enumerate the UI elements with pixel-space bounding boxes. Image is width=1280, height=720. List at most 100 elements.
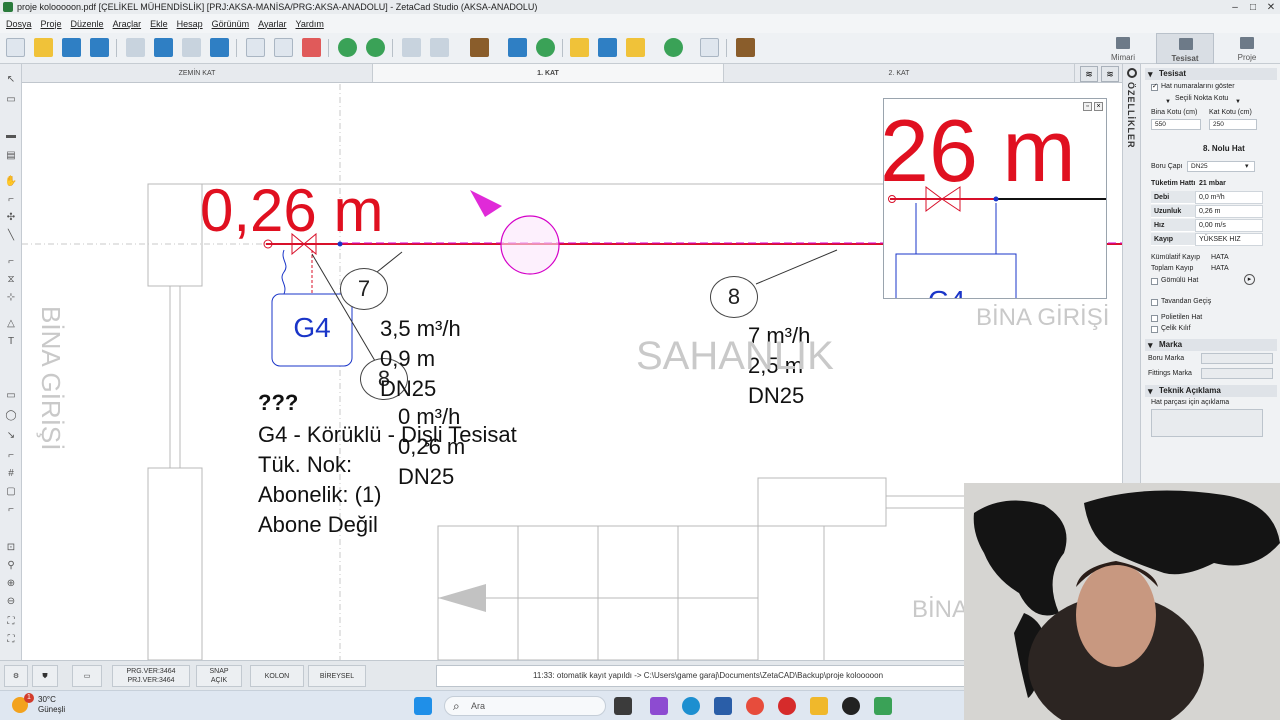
windows-start-icon[interactable]	[414, 697, 432, 715]
zoom-in-icon[interactable]: ⊕	[4, 578, 18, 590]
valve-icon[interactable]: ⧖	[4, 274, 18, 286]
building-icon[interactable]	[470, 38, 489, 57]
menu-araclar[interactable]: Araçlar	[113, 19, 142, 29]
zoom-out-icon[interactable]: ⊖	[4, 596, 18, 608]
minimize-button[interactable]: –	[1226, 2, 1244, 13]
hand-icon[interactable]: ✋	[4, 176, 18, 188]
export-icon[interactable]	[210, 38, 229, 57]
celik-checkbox[interactable]	[1151, 326, 1158, 333]
report-icon[interactable]	[570, 38, 589, 57]
undo-icon[interactable]	[338, 38, 357, 57]
door-icon[interactable]: ⌐	[4, 194, 18, 206]
arrow-circle-icon[interactable]: ▸	[1244, 274, 1255, 285]
prop-value[interactable]: 0,00 m/s	[1195, 219, 1263, 232]
boru-marka-input[interactable]	[1201, 353, 1273, 364]
section-teknik[interactable]: Teknik Açıklama	[1145, 385, 1277, 397]
pointer-icon[interactable]: ↖	[4, 74, 18, 86]
mode-tab-tesisat[interactable]: Tesisat	[1156, 33, 1214, 64]
menu-gorunum[interactable]: Görünüm	[212, 19, 250, 29]
menu-yardim[interactable]: Yardım	[296, 19, 324, 29]
line-badge-8[interactable]: 8	[710, 276, 758, 318]
mode-tab-mimari[interactable]: Mimari	[1094, 33, 1152, 64]
drawing-icon[interactable]	[598, 38, 617, 57]
connector-icon[interactable]: ⊹	[4, 292, 18, 304]
selection-marker[interactable]	[500, 215, 560, 275]
section-marka[interactable]: Marka	[1145, 339, 1277, 351]
preview-restore-icon[interactable]: ▫	[1083, 102, 1092, 111]
tab-2-kat[interactable]: 2. KAT	[724, 64, 1075, 82]
toolbox-icon[interactable]	[736, 38, 755, 57]
explorer-icon[interactable]	[810, 697, 828, 715]
zetacad-taskbar-icon[interactable]	[874, 697, 892, 715]
save-as-icon[interactable]	[90, 38, 109, 57]
gomulu-checkbox[interactable]	[1151, 278, 1158, 285]
teknik-textarea[interactable]	[1151, 409, 1263, 437]
bina-kotu-input[interactable]: 550	[1151, 119, 1201, 130]
task-view-icon[interactable]	[614, 697, 632, 715]
menu-ayarlar[interactable]: Ayarlar	[258, 19, 286, 29]
print-icon[interactable]	[126, 38, 145, 57]
tavandan-checkbox[interactable]	[1151, 299, 1158, 306]
grid-icon[interactable]: #	[4, 468, 18, 480]
widgets-icon[interactable]	[650, 697, 668, 715]
menu-dosya[interactable]: Dosya	[6, 19, 32, 29]
zoom-preview[interactable]: 26 m G4 ▫ ×	[883, 98, 1107, 299]
prop-value[interactable]: YÜKSEK HIZ	[1195, 233, 1263, 246]
line-icon[interactable]: ╲	[4, 230, 18, 242]
opera-icon[interactable]	[778, 697, 796, 715]
triangle-icon[interactable]: △	[4, 318, 18, 330]
node-icon[interactable]: ✣	[4, 212, 18, 224]
steam-icon[interactable]	[842, 697, 860, 715]
chrome-icon[interactable]	[746, 697, 764, 715]
taskbar-search[interactable]: Ara	[444, 696, 606, 716]
wall-icon[interactable]: ▬	[4, 130, 18, 142]
window-tool-icon[interactable]: ▤	[4, 150, 18, 162]
bireysel-toggle[interactable]: BİREYSEL	[308, 665, 366, 687]
snap-toggle[interactable]: SNAP AÇIK	[196, 665, 242, 687]
edge-icon[interactable]	[682, 697, 700, 715]
menu-ekle[interactable]: Ekle	[150, 19, 168, 29]
section-tesisat[interactable]: Tesisat	[1145, 68, 1277, 80]
sigma-icon[interactable]	[430, 38, 449, 57]
paste-icon[interactable]	[274, 38, 293, 57]
dimension-icon[interactable]: ◯	[4, 410, 18, 422]
back-icon[interactable]	[402, 38, 421, 57]
measure-icon[interactable]: ▭	[4, 390, 18, 402]
print-layout-icon[interactable]	[154, 38, 173, 57]
tab-1-kat[interactable]: 1. KAT	[373, 64, 724, 82]
zoom-fit-icon[interactable]: ⛶	[4, 616, 18, 628]
window-icon[interactable]	[700, 38, 719, 57]
close-button[interactable]: ✕	[1262, 2, 1280, 13]
layout-icon[interactable]	[626, 38, 645, 57]
check-icon[interactable]	[536, 38, 555, 57]
preview-close-icon[interactable]: ×	[1094, 102, 1103, 111]
pipe-icon[interactable]: ⌐	[4, 256, 18, 268]
arrow-icon[interactable]: ↘	[4, 430, 18, 442]
calculator-icon[interactable]	[508, 38, 527, 57]
pin-icon[interactable]	[1127, 68, 1137, 78]
prop-value[interactable]: 0,0 m³/h	[1195, 191, 1263, 204]
zoom-icon[interactable]: ⚲	[4, 560, 18, 572]
kat-kotu-input[interactable]: 250	[1209, 119, 1257, 130]
rectangle-icon[interactable]: ▭	[4, 94, 18, 106]
kolon-toggle[interactable]: KOLON	[250, 665, 304, 687]
zoom-all-icon[interactable]: ⛶	[4, 634, 18, 646]
corner-icon[interactable]: ⌐	[4, 450, 18, 462]
menu-proje[interactable]: Proje	[41, 19, 62, 29]
open-folder-icon[interactable]	[34, 38, 53, 57]
fittings-marka-input[interactable]	[1201, 368, 1273, 379]
eraser-icon[interactable]	[302, 38, 321, 57]
polietilen-checkbox[interactable]	[1151, 315, 1158, 322]
shield-icon[interactable]: ⛊	[32, 665, 58, 687]
layers-settings-icon[interactable]: ≋	[1101, 66, 1119, 82]
menu-hesap[interactable]: Hesap	[177, 19, 203, 29]
settings-icon[interactable]: ⚙	[4, 665, 28, 687]
tab-zemin-kat[interactable]: ZEMİN KAT	[22, 64, 373, 82]
prop-value[interactable]: 0,26 m	[1195, 205, 1263, 218]
plotter-icon[interactable]	[182, 38, 201, 57]
mode-tab-proje[interactable]: Proje	[1218, 33, 1276, 64]
text-icon[interactable]: T	[4, 336, 18, 348]
3d-box-icon[interactable]	[664, 38, 683, 57]
layers-icon[interactable]: ≋	[1080, 66, 1098, 82]
store-icon[interactable]	[714, 697, 732, 715]
